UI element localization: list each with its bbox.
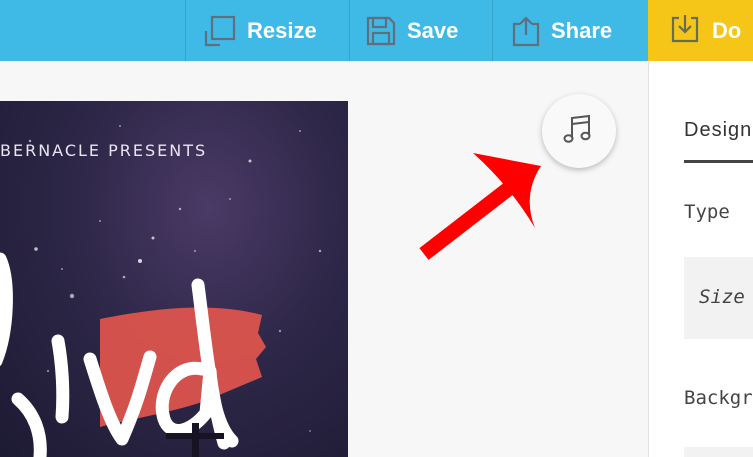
share-button[interactable]: Share — [511, 0, 612, 61]
top-toolbar: Resize Save Share Do — [0, 0, 753, 61]
download-icon — [670, 12, 700, 50]
resize-icon — [203, 14, 237, 48]
save-button[interactable]: Save — [365, 0, 458, 61]
tab-design[interactable]: Design — [684, 119, 752, 142]
share-label: Share — [551, 17, 613, 43]
background-label: Backgr — [684, 387, 753, 409]
save-label: Save — [407, 17, 459, 43]
music-button[interactable] — [542, 94, 616, 168]
share-icon — [511, 15, 541, 47]
size-field[interactable]: Size — [684, 257, 753, 339]
toolbar-separator — [185, 0, 186, 61]
music-note-icon — [562, 112, 596, 150]
toolbar-separator — [492, 0, 493, 61]
type-label: Type — [684, 201, 730, 223]
poster-heading-text: BERNACLE PRESENTS — [0, 141, 208, 160]
size-placeholder: Size — [699, 286, 745, 308]
toolbar-separator — [349, 0, 350, 61]
background-field[interactable] — [684, 447, 753, 457]
download-label: Do — [712, 17, 742, 43]
design-side-panel: Design Type Size Backgr — [648, 61, 753, 457]
download-button[interactable]: Do — [648, 0, 753, 61]
save-icon — [365, 15, 397, 47]
tab-active-underline — [684, 160, 753, 163]
resize-button[interactable]: Resize — [203, 0, 317, 61]
resize-label: Resize — [247, 17, 317, 43]
